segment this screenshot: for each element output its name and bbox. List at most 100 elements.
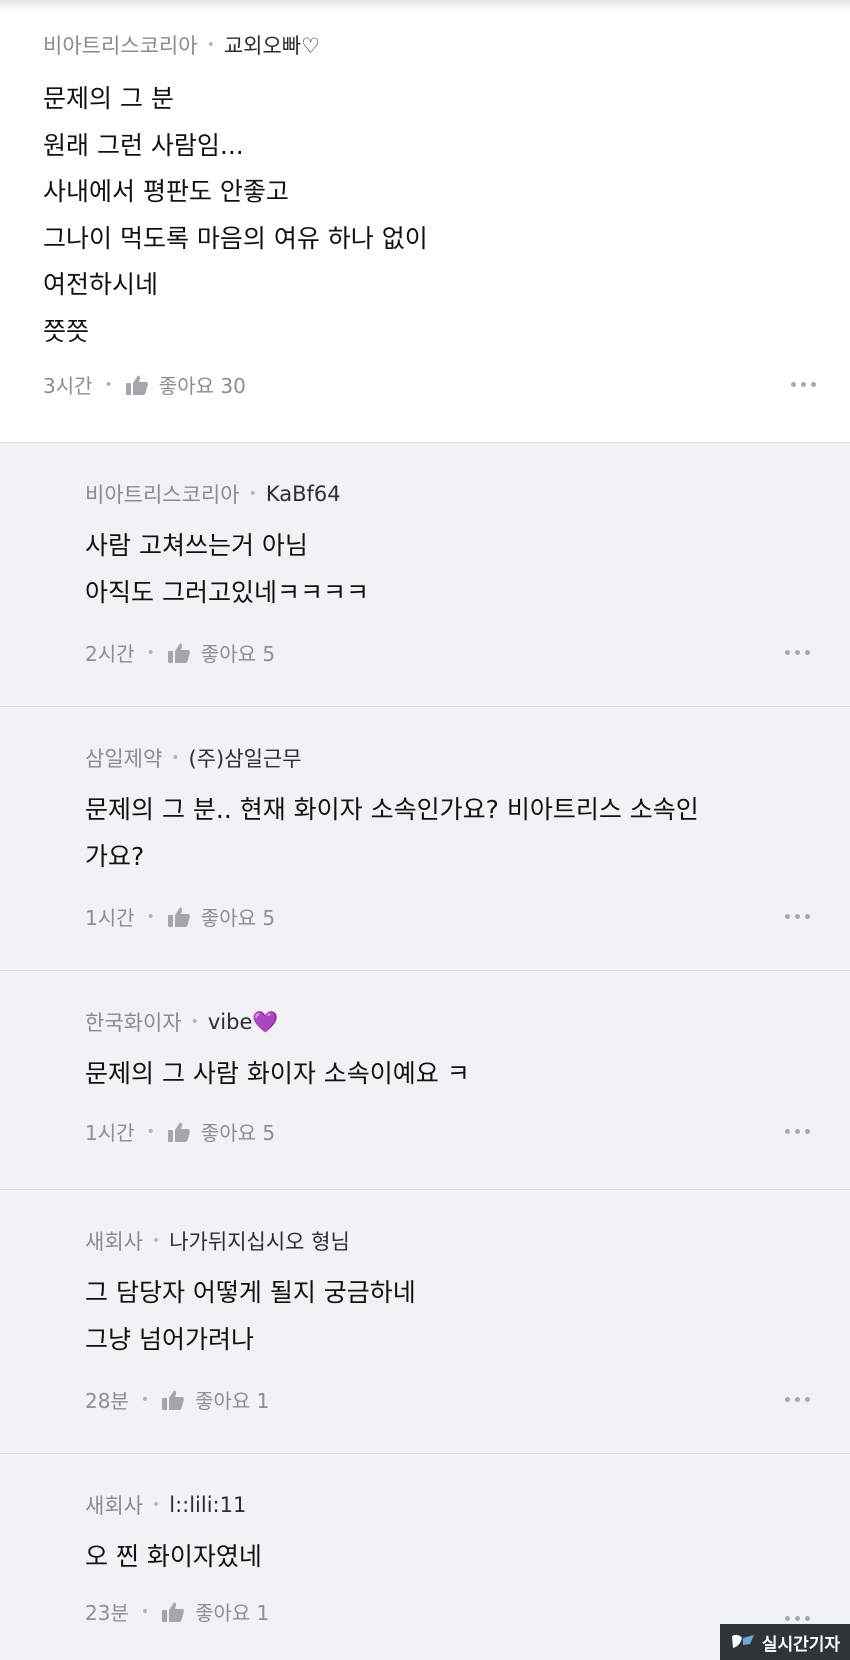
watermark: 실시간기자 bbox=[720, 1624, 850, 1660]
watermark-logo-icon bbox=[731, 1634, 754, 1648]
company-name[interactable]: 한국화이자 bbox=[85, 1007, 182, 1037]
comment-line: 그나이 먹도록 마음의 여유 하나 없이 bbox=[43, 223, 428, 253]
separator-dot: • bbox=[104, 376, 113, 393]
separator-dot: • bbox=[151, 1497, 161, 1513]
comment-body: 문제의 그 분.. 현재 화이자 소속인가요? 비아트리스 소속인 가요? bbox=[85, 787, 699, 880]
nickname[interactable]: vibe💜 bbox=[208, 1010, 279, 1035]
comment-time: 1시간 bbox=[85, 906, 135, 930]
watermark-text: 실시간기자 bbox=[761, 1634, 841, 1655]
comment-line: 문제의 그 분.. 현재 화이자 소속인가요? 비아트리스 소속인 bbox=[85, 795, 699, 824]
like-button[interactable]: 좋아요 5 bbox=[167, 902, 275, 931]
more-dot bbox=[801, 382, 806, 387]
more-options-button[interactable] bbox=[785, 914, 810, 919]
separator-dot: • bbox=[206, 37, 215, 53]
more-dot bbox=[795, 1616, 800, 1621]
company-name[interactable]: 삼일제약 bbox=[85, 743, 162, 773]
more-dot bbox=[805, 914, 810, 919]
nickname[interactable]: (주)삼일근무 bbox=[189, 743, 302, 773]
nickname[interactable]: 나가뒤지십시오 형님 bbox=[169, 1226, 350, 1256]
more-dot bbox=[805, 1616, 810, 1621]
more-dot bbox=[795, 1129, 800, 1134]
company-name[interactable]: 비아트리스코리아 bbox=[43, 30, 198, 60]
more-options-button[interactable] bbox=[785, 1397, 810, 1402]
more-dot bbox=[785, 1616, 790, 1621]
comment-header: 새회사 • l::lili:11 bbox=[85, 1490, 246, 1520]
more-dot bbox=[785, 1129, 790, 1134]
more-options-button[interactable] bbox=[785, 650, 810, 655]
comment-line: 그냥 넘어가려나 bbox=[85, 1324, 254, 1354]
more-dot bbox=[785, 1397, 790, 1402]
like-button[interactable]: 좋아요 5 bbox=[167, 638, 275, 667]
separator-dot: • bbox=[146, 644, 155, 661]
comment-time: 23분 bbox=[85, 1601, 129, 1625]
comment-line: 가요? bbox=[85, 841, 145, 871]
more-dot bbox=[805, 1129, 810, 1134]
more-dot bbox=[805, 650, 810, 655]
comment-line: 오 찐 화이자였네 bbox=[85, 1542, 262, 1571]
separator-dot: • bbox=[140, 1391, 150, 1408]
comment-time: 28분 bbox=[85, 1389, 129, 1413]
comment-header: 삼일제약 • (주)삼일근무 bbox=[85, 743, 302, 773]
comment-body: 오 찐 화이자였네 bbox=[85, 1534, 262, 1581]
more-options-button[interactable] bbox=[785, 1129, 810, 1134]
thumbs-up-icon bbox=[162, 1602, 185, 1622]
nickname[interactable]: l::lili:11 bbox=[169, 1493, 246, 1517]
separator-dot: • bbox=[190, 1014, 199, 1030]
comment-meta: 28분 • 좋아요 1 bbox=[85, 1385, 269, 1414]
comment-line: 문제의 그 분 bbox=[43, 84, 174, 113]
comment-header: 비아트리스코리아 • 교외오빠♡ bbox=[43, 30, 320, 60]
more-dot bbox=[795, 1397, 800, 1402]
more-dot bbox=[795, 914, 800, 919]
comment-meta: 2시간 • 좋아요 5 bbox=[85, 638, 275, 667]
like-count: 좋아요 1 bbox=[195, 1389, 270, 1413]
like-count: 좋아요 1 bbox=[195, 1601, 270, 1625]
more-dot bbox=[805, 1397, 810, 1402]
reply-comment: 비아트리스코리아 • KaBf64 사람 고쳐쓰는거 아님 아직도 그러고있네ㅋ… bbox=[0, 443, 850, 707]
parent-comment: 비아트리스코리아 • 교외오빠♡ 문제의 그 분 원래 그런 사람임... 사내… bbox=[0, 12, 850, 443]
like-button[interactable]: 좋아요 30 bbox=[125, 370, 246, 399]
more-dot bbox=[785, 650, 790, 655]
like-button[interactable]: 좋아요 1 bbox=[161, 1597, 269, 1626]
comment-body: 문제의 그 분 원래 그런 사람임... 사내에서 평판도 안좋고 그나이 먹도… bbox=[43, 76, 428, 355]
top-shadow bbox=[0, 0, 850, 12]
nickname[interactable]: KaBf64 bbox=[266, 482, 341, 506]
separator-dot: • bbox=[146, 908, 155, 925]
comment-time: 1시간 bbox=[85, 1121, 135, 1145]
comment-time: 3시간 bbox=[43, 374, 93, 398]
nickname[interactable]: 교외오빠♡ bbox=[224, 30, 320, 60]
more-options-button[interactable] bbox=[791, 382, 816, 387]
thumbs-up-icon bbox=[125, 375, 148, 395]
company-name[interactable]: 비아트리스코리아 bbox=[85, 479, 240, 509]
company-name[interactable]: 새회사 bbox=[85, 1490, 143, 1520]
like-button[interactable]: 좋아요 1 bbox=[161, 1385, 269, 1414]
more-dot bbox=[811, 382, 816, 387]
comment-body: 사람 고쳐쓰는거 아님 아직도 그러고있네ㅋㅋㅋㅋ bbox=[85, 523, 369, 616]
comment-body: 그 담당자 어떻게 될지 궁금하네 그냥 넘어가려나 bbox=[85, 1270, 416, 1363]
more-options-button[interactable] bbox=[785, 1616, 810, 1621]
comment-time: 2시간 bbox=[85, 642, 135, 666]
more-dot bbox=[785, 914, 790, 919]
comment-header: 한국화이자 • vibe💜 bbox=[85, 1007, 279, 1037]
reply-comment: 삼일제약 • (주)삼일근무 문제의 그 분.. 현재 화이자 소속인가요? 비… bbox=[0, 707, 850, 971]
comment-meta: 1시간 • 좋아요 5 bbox=[85, 1117, 275, 1146]
comment-body: 문제의 그 사람 화이자 소속이예요 ㅋ bbox=[85, 1051, 470, 1098]
like-count: 좋아요 5 bbox=[200, 906, 276, 930]
comment-line: 사람 고쳐쓰는거 아님 bbox=[85, 531, 308, 560]
more-dot bbox=[791, 382, 796, 387]
comment-meta: 23분 • 좋아요 1 bbox=[85, 1597, 269, 1626]
thumbs-up-icon bbox=[167, 907, 190, 927]
more-dot bbox=[795, 650, 800, 655]
reply-comment: 한국화이자 • vibe💜 문제의 그 사람 화이자 소속이예요 ㅋ 1시간 •… bbox=[0, 971, 850, 1190]
comment-line: 그 담당자 어떻게 될지 궁금하네 bbox=[85, 1278, 416, 1307]
comment-line: 여전하시네 bbox=[43, 270, 159, 299]
separator-dot: • bbox=[151, 1233, 161, 1249]
comment-header: 새회사 • 나가뒤지십시오 형님 bbox=[85, 1226, 350, 1256]
reply-comment: 새회사 • 나가뒤지십시오 형님 그 담당자 어떻게 될지 궁금하네 그냥 넘어… bbox=[0, 1190, 850, 1454]
company-name[interactable]: 새회사 bbox=[85, 1226, 143, 1256]
thumbs-up-icon bbox=[167, 643, 190, 663]
thumbs-up-icon bbox=[162, 1390, 185, 1410]
comment-line: 원래 그런 사람임... bbox=[43, 130, 244, 160]
comment-line: 쯧쯧 bbox=[43, 316, 90, 346]
like-button[interactable]: 좋아요 5 bbox=[167, 1117, 275, 1146]
like-count: 좋아요 5 bbox=[200, 1121, 276, 1145]
